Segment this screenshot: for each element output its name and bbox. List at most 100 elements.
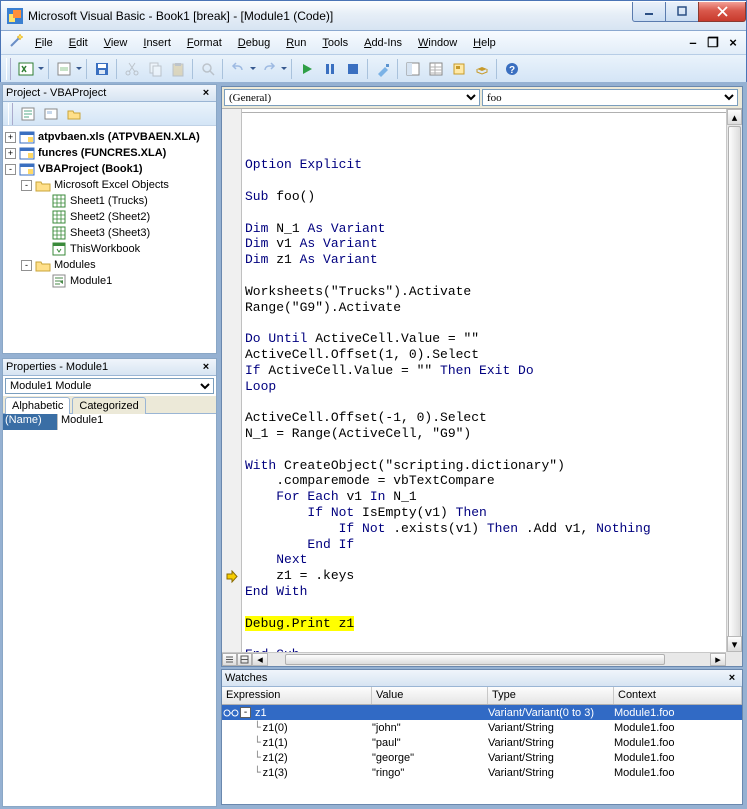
- scroll-left-button[interactable]: ◂: [252, 653, 268, 666]
- undo-dropdown[interactable]: [249, 58, 257, 80]
- scroll-thumb[interactable]: [728, 126, 741, 656]
- watch-expander[interactable]: -: [240, 707, 251, 718]
- run-button[interactable]: [295, 58, 318, 80]
- menu-file[interactable]: File: [27, 34, 61, 52]
- scroll-thumb[interactable]: [285, 654, 665, 665]
- menu-insert[interactable]: Insert: [135, 34, 179, 52]
- window-close-button[interactable]: [698, 2, 746, 22]
- tree-expander[interactable]: +: [5, 148, 16, 159]
- insert-dropdown[interactable]: [75, 58, 83, 80]
- col-value[interactable]: Value: [372, 687, 488, 704]
- toggle-folders-button[interactable]: [62, 103, 85, 125]
- vertical-scrollbar[interactable]: ▴ ▾: [726, 109, 742, 652]
- tree-node[interactable]: Sheet3 (Sheet3): [5, 225, 214, 241]
- tab-alphabetic[interactable]: Alphabetic: [5, 397, 70, 414]
- paste-button[interactable]: [166, 58, 189, 80]
- watch-context: Module1.foo: [614, 707, 742, 719]
- menu-window[interactable]: Window: [410, 34, 465, 52]
- tree-label: VBAProject (Book1): [38, 163, 143, 175]
- window-maximize-button[interactable]: [665, 2, 699, 22]
- procedure-view-button[interactable]: [222, 653, 237, 666]
- watches-close-button[interactable]: ×: [725, 671, 739, 685]
- horizontal-scrollbar[interactable]: ◂ ▸: [222, 652, 726, 666]
- toolbar-grip[interactable]: [6, 58, 11, 80]
- tree-expander[interactable]: -: [5, 164, 16, 175]
- watch-row[interactable]: └z1(0)"john"Variant/StringModule1.foo: [222, 720, 742, 735]
- tree-node[interactable]: Sheet2 (Sheet2): [5, 209, 214, 225]
- project-explorer-close-button[interactable]: ×: [199, 86, 213, 100]
- col-context[interactable]: Context: [614, 687, 742, 704]
- object-dropdown[interactable]: (General): [224, 89, 480, 106]
- reset-button[interactable]: [341, 58, 364, 80]
- menu-debug[interactable]: Debug: [230, 34, 278, 52]
- properties-grid[interactable]: (Name) Module1: [3, 414, 216, 806]
- tab-categorized[interactable]: Categorized: [72, 397, 145, 414]
- col-expression[interactable]: Expression: [222, 687, 372, 704]
- watches-list[interactable]: -z1Variant/Variant(0 to 3)Module1.foo└z1…: [222, 705, 742, 804]
- properties-object-selector[interactable]: Module1 Module: [5, 378, 214, 394]
- view-code-button[interactable]: [16, 103, 39, 125]
- menu-view[interactable]: View: [96, 34, 136, 52]
- project-explorer-button[interactable]: [401, 58, 424, 80]
- properties-window-button[interactable]: [424, 58, 447, 80]
- project-tree[interactable]: +atpvbaen.xls (ATPVBAEN.XLA)+funcres (FU…: [3, 126, 216, 353]
- tree-node[interactable]: ThisWorkbook: [5, 241, 214, 257]
- tree-node[interactable]: +funcres (FUNCRES.XLA): [5, 145, 214, 161]
- scroll-up-button[interactable]: ▴: [727, 109, 742, 125]
- menu-tools[interactable]: Tools: [314, 34, 356, 52]
- object-browser-button[interactable]: [447, 58, 470, 80]
- menu-edit[interactable]: Edit: [61, 34, 96, 52]
- tree-node[interactable]: Sheet1 (Trucks): [5, 193, 214, 209]
- code-gutter[interactable]: [222, 109, 242, 652]
- mdi-restore-button[interactable]: ❐: [706, 36, 720, 49]
- mdi-minimize-button[interactable]: –: [686, 36, 700, 49]
- tree-node[interactable]: +atpvbaen.xls (ATPVBAEN.XLA): [5, 129, 214, 145]
- watches-header[interactable]: Expression Value Type Context: [222, 687, 742, 705]
- tree-node[interactable]: -Modules: [5, 257, 214, 273]
- customize-menu-icon[interactable]: [5, 33, 27, 52]
- code-editor[interactable]: Option Explicit Sub foo() Dim N_1 As Var…: [242, 109, 726, 652]
- scroll-right-button[interactable]: ▸: [710, 653, 726, 666]
- scroll-down-button[interactable]: ▾: [727, 636, 742, 652]
- tree-node[interactable]: -Microsoft Excel Objects: [5, 177, 214, 193]
- redo-dropdown[interactable]: [280, 58, 288, 80]
- watch-row[interactable]: └z1(3)"ringo"Variant/StringModule1.foo: [222, 765, 742, 780]
- watch-row[interactable]: └z1(2)"george"Variant/StringModule1.foo: [222, 750, 742, 765]
- col-type[interactable]: Type: [488, 687, 614, 704]
- mdi-close-button[interactable]: ×: [726, 36, 740, 49]
- tree-node[interactable]: Module1: [5, 273, 214, 289]
- cut-button[interactable]: [120, 58, 143, 80]
- menu-help[interactable]: Help: [465, 34, 504, 52]
- toolbar-grip[interactable]: [8, 103, 13, 125]
- view-excel-dropdown[interactable]: [37, 58, 45, 80]
- procedure-dropdown[interactable]: foo: [482, 89, 738, 106]
- watch-row[interactable]: -z1Variant/Variant(0 to 3)Module1.foo: [222, 705, 742, 720]
- save-button[interactable]: [90, 58, 113, 80]
- redo-button[interactable]: [257, 58, 280, 80]
- toolbox-button[interactable]: [470, 58, 493, 80]
- insert-button[interactable]: [52, 58, 75, 80]
- window-minimize-button[interactable]: [632, 2, 666, 22]
- property-value[interactable]: Module1: [58, 414, 216, 430]
- tree-label: ThisWorkbook: [70, 243, 140, 255]
- menu-format[interactable]: Format: [179, 34, 230, 52]
- menu-run[interactable]: Run: [278, 34, 314, 52]
- tree-node[interactable]: - VBAProject (Book1): [5, 161, 214, 177]
- tree-expander[interactable]: +: [5, 132, 16, 143]
- design-mode-button[interactable]: [371, 58, 394, 80]
- full-module-view-button[interactable]: [237, 653, 252, 666]
- watch-row[interactable]: └z1(1)"paul"Variant/StringModule1.foo: [222, 735, 742, 750]
- undo-button[interactable]: [226, 58, 249, 80]
- watch-icon: [222, 708, 240, 718]
- tree-expander[interactable]: -: [21, 180, 32, 191]
- copy-button[interactable]: [143, 58, 166, 80]
- tree-expander[interactable]: -: [21, 260, 32, 271]
- view-excel-button[interactable]: [14, 58, 37, 80]
- help-button[interactable]: ?: [500, 58, 523, 80]
- view-object-button[interactable]: [39, 103, 62, 125]
- break-button[interactable]: [318, 58, 341, 80]
- menu-add-ins[interactable]: Add-Ins: [356, 34, 410, 52]
- find-button[interactable]: [196, 58, 219, 80]
- properties-close-button[interactable]: ×: [199, 360, 213, 374]
- sheet-icon: [51, 209, 67, 225]
